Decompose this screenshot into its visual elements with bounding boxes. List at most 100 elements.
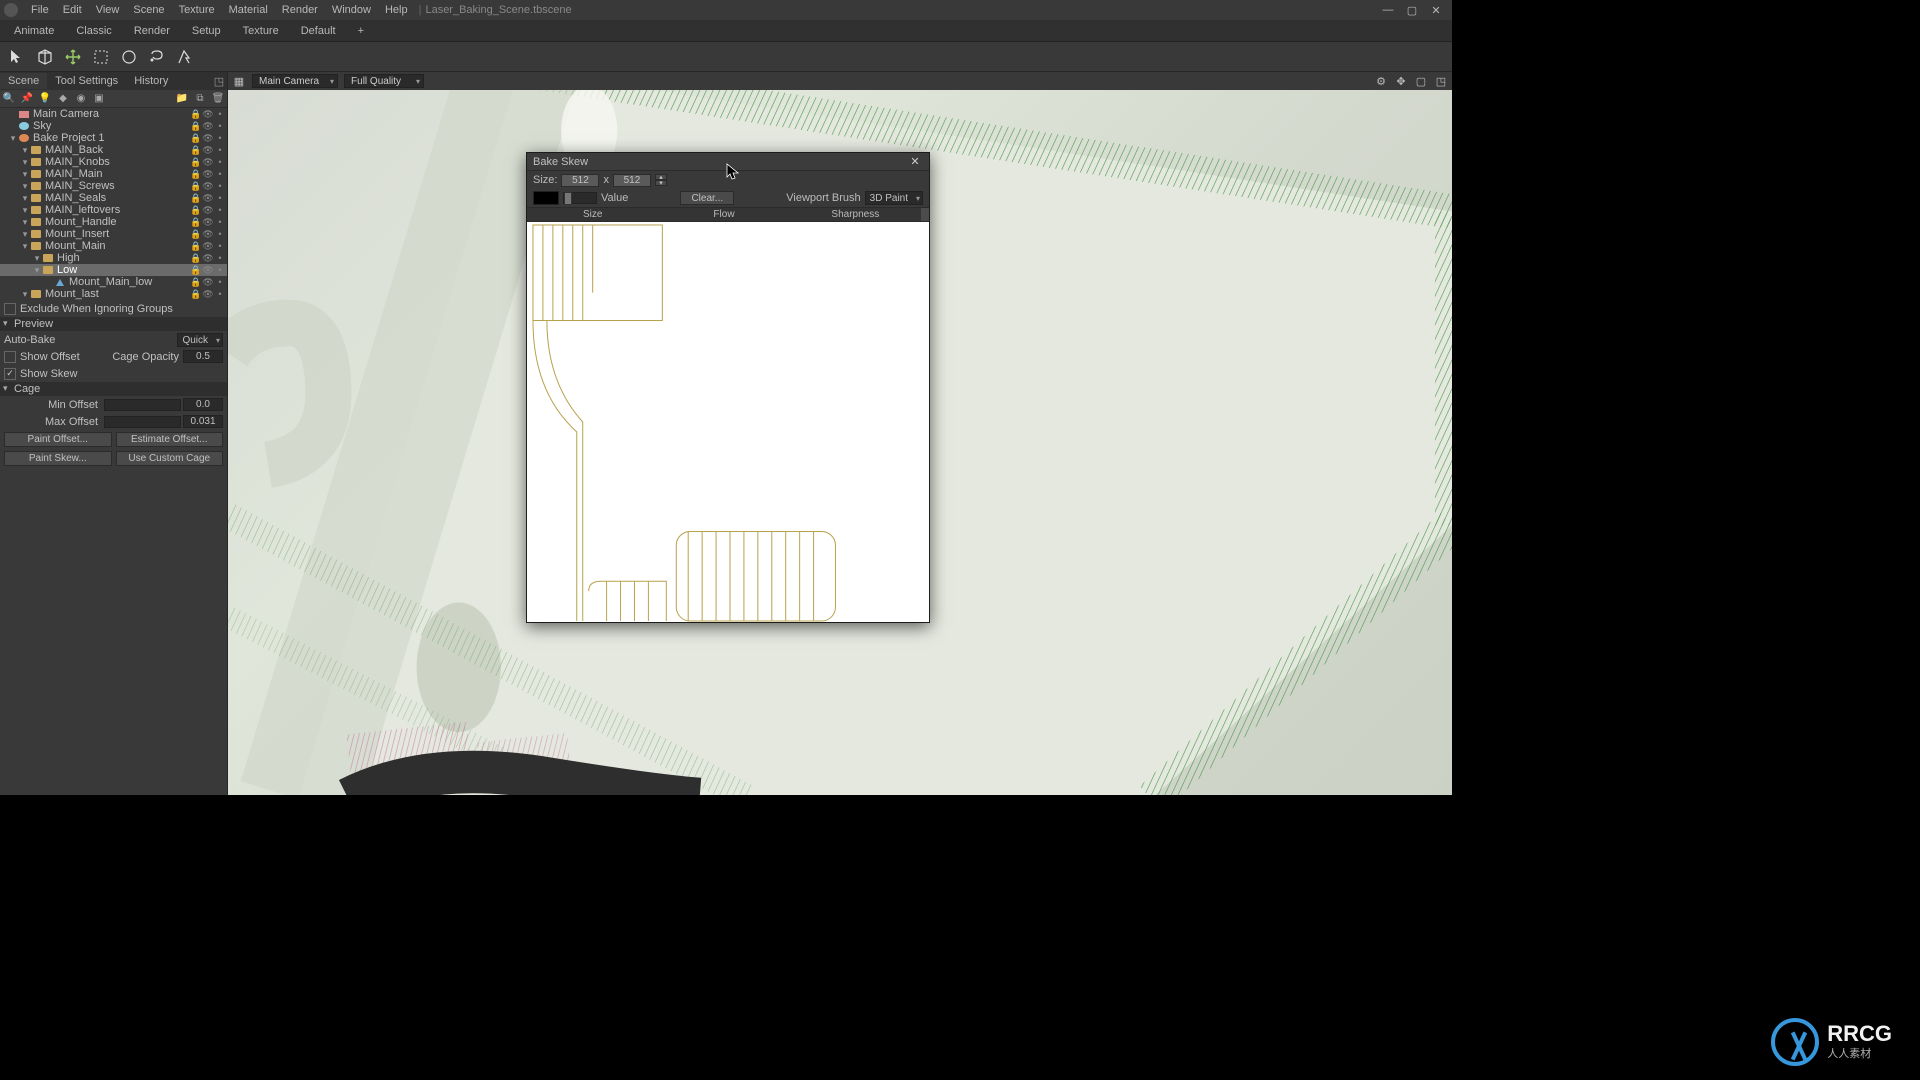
- eye-icon[interactable]: 👁: [203, 229, 213, 239]
- use-custom-cage-button[interactable]: Use Custom Cage: [116, 451, 224, 466]
- twist-icon[interactable]: ▾: [20, 205, 30, 216]
- pick-tool-icon[interactable]: [174, 46, 196, 68]
- lock-icon[interactable]: 🔒: [191, 289, 201, 299]
- delete-icon[interactable]: 🗑: [211, 92, 225, 106]
- eye-icon[interactable]: 👁: [203, 277, 213, 287]
- tree-row-bake-project-1[interactable]: ▾Bake Project 1🔒👁•: [0, 132, 227, 144]
- light-icon[interactable]: 💡: [38, 92, 52, 106]
- eye-icon[interactable]: 👁: [203, 193, 213, 203]
- dot-icon[interactable]: •: [215, 241, 225, 251]
- showskew-checkbox[interactable]: ✓: [4, 368, 16, 380]
- section-preview[interactable]: Preview: [0, 317, 227, 331]
- camera-dropdown[interactable]: Main Camera: [252, 74, 338, 88]
- mode-classic[interactable]: Classic: [66, 23, 121, 39]
- estimate-offset-button[interactable]: Estimate Offset...: [116, 432, 224, 447]
- dot-icon[interactable]: •: [215, 217, 225, 227]
- eye-icon[interactable]: 👁: [203, 169, 213, 179]
- eye-icon[interactable]: 👁: [203, 121, 213, 131]
- tree-row-main-camera[interactable]: Main Camera🔒👁•: [0, 108, 227, 120]
- maxoffset-value[interactable]: 0.031: [183, 415, 223, 428]
- lock-icon[interactable]: 🔒: [191, 157, 201, 167]
- tree-row-low[interactable]: ▾Low🔒👁•: [0, 264, 227, 276]
- scene-tree[interactable]: Main Camera🔒👁•Sky🔒👁•▾Bake Project 1🔒👁•▾M…: [0, 108, 227, 300]
- cageopacity-value[interactable]: 0.5: [183, 350, 223, 363]
- popout-view-icon[interactable]: ◳: [1434, 74, 1448, 88]
- mode-add[interactable]: +: [348, 23, 374, 39]
- section-cage[interactable]: Cage: [0, 382, 227, 396]
- mode-render[interactable]: Render: [124, 23, 180, 39]
- lock-icon[interactable]: 🔒: [191, 277, 201, 287]
- tree-row-main-main[interactable]: ▾MAIN_Main🔒👁•: [0, 168, 227, 180]
- eye-icon[interactable]: 👁: [203, 217, 213, 227]
- eye-icon[interactable]: 👁: [203, 145, 213, 155]
- move-view-icon[interactable]: ✥: [1394, 74, 1408, 88]
- paint-offset-button[interactable]: Paint Offset...: [4, 432, 112, 447]
- lock-icon[interactable]: 🔒: [191, 205, 201, 215]
- menu-render[interactable]: Render: [275, 4, 325, 16]
- dot-icon[interactable]: •: [215, 205, 225, 215]
- dot-icon[interactable]: •: [215, 169, 225, 179]
- tree-row-mount-main-low[interactable]: Mount_Main_low🔒👁•: [0, 276, 227, 288]
- minoffset-value[interactable]: 0.0: [183, 398, 223, 411]
- size-height-input[interactable]: 512: [613, 174, 651, 187]
- eye-icon[interactable]: 👁: [203, 205, 213, 215]
- lasso-tool-icon[interactable]: [146, 46, 168, 68]
- window-close-button[interactable]: ✕: [1424, 0, 1448, 20]
- mode-setup[interactable]: Setup: [182, 23, 231, 39]
- select-tool-icon[interactable]: [90, 46, 112, 68]
- dot-icon[interactable]: •: [215, 277, 225, 287]
- showoffset-checkbox[interactable]: [4, 351, 16, 363]
- size-stepper[interactable]: ▴▾: [655, 174, 667, 186]
- move-tool-icon[interactable]: [62, 46, 84, 68]
- dialog-close-button[interactable]: ✕: [907, 155, 923, 168]
- menu-view[interactable]: View: [89, 4, 127, 16]
- eye-icon[interactable]: 👁: [203, 181, 213, 191]
- tree-row-main-leftovers[interactable]: ▾MAIN_leftovers🔒👁•: [0, 204, 227, 216]
- twist-icon[interactable]: ▾: [20, 289, 30, 300]
- maximize-view-icon[interactable]: ▢: [1414, 74, 1428, 88]
- tree-row-mount-last[interactable]: ▾Mount_last🔒👁•: [0, 288, 227, 300]
- duplicate-icon[interactable]: ⧉: [193, 92, 207, 106]
- tree-row-mount-insert[interactable]: ▾Mount_Insert🔒👁•: [0, 228, 227, 240]
- tab-history[interactable]: History: [126, 73, 176, 89]
- pin-icon[interactable]: 📌: [20, 92, 34, 106]
- viewport-brush-dropdown[interactable]: 3D Paint: [865, 191, 923, 205]
- tree-row-high[interactable]: ▾High🔒👁•: [0, 252, 227, 264]
- lock-icon[interactable]: 🔒: [191, 109, 201, 119]
- dot-icon[interactable]: •: [215, 289, 225, 299]
- menu-scene[interactable]: Scene: [126, 4, 171, 16]
- eye-icon[interactable]: 👁: [203, 133, 213, 143]
- material-icon[interactable]: ◉: [74, 92, 88, 106]
- dot-icon[interactable]: •: [215, 121, 225, 131]
- lock-icon[interactable]: 🔒: [191, 253, 201, 263]
- camera-icon[interactable]: ▣: [92, 92, 106, 106]
- cube-tool-icon[interactable]: [34, 46, 56, 68]
- dot-icon[interactable]: •: [215, 109, 225, 119]
- tree-row-sky[interactable]: Sky🔒👁•: [0, 120, 227, 132]
- gear-icon[interactable]: ⚙: [1374, 74, 1388, 88]
- dot-icon[interactable]: •: [215, 181, 225, 191]
- menu-texture[interactable]: Texture: [172, 4, 222, 16]
- viewport-grid-icon[interactable]: ▦: [232, 74, 246, 88]
- size-width-input[interactable]: 512: [561, 174, 599, 187]
- twist-icon[interactable]: ▾: [20, 241, 30, 252]
- maxoffset-slider[interactable]: [104, 416, 181, 428]
- circle-tool-icon[interactable]: [118, 46, 140, 68]
- tree-row-mount-handle[interactable]: ▾Mount_Handle🔒👁•: [0, 216, 227, 228]
- menu-file[interactable]: File: [24, 4, 56, 16]
- cursor-tool-icon[interactable]: [6, 46, 28, 68]
- mode-texture[interactable]: Texture: [233, 23, 289, 39]
- lock-icon[interactable]: 🔒: [191, 145, 201, 155]
- lock-icon[interactable]: 🔒: [191, 121, 201, 131]
- dialog-titlebar[interactable]: Bake Skew ✕: [527, 153, 929, 171]
- uv-canvas[interactable]: [527, 222, 929, 622]
- eye-icon[interactable]: 👁: [203, 109, 213, 119]
- tab-scene[interactable]: Scene: [0, 73, 47, 89]
- menu-help[interactable]: Help: [378, 4, 415, 16]
- add-object-icon[interactable]: ◆: [56, 92, 70, 106]
- value-slider[interactable]: [563, 192, 597, 204]
- eye-icon[interactable]: 👁: [203, 157, 213, 167]
- popout-icon[interactable]: ◳: [211, 75, 227, 88]
- twist-icon[interactable]: ▾: [20, 193, 30, 204]
- eye-icon[interactable]: 👁: [203, 241, 213, 251]
